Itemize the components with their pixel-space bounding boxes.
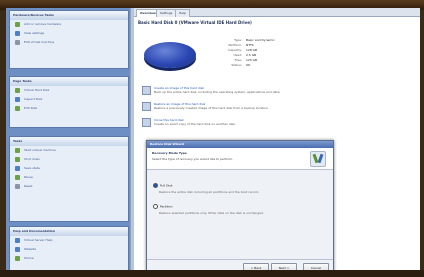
tab-help[interactable]: Help xyxy=(175,9,190,17)
task-link-virtual-disk[interactable]: Virtual Hard Disk xyxy=(10,86,128,95)
wizard-logo-icon xyxy=(310,151,326,167)
task-link-reset[interactable]: Reset xyxy=(10,182,128,191)
panel-help: Help and Documentation Virtual Server He… xyxy=(9,226,129,272)
disk-properties: Type: Basic and Dynamic Partition: NTFS Ca… xyxy=(218,38,275,68)
dialog-title: Restore Disk Wizard xyxy=(147,141,333,148)
pause-icon xyxy=(15,175,20,180)
page-title: Basic Hard Disk 0 (VMware Virtual IDE Ha… xyxy=(138,20,252,25)
action-description: Back up the entire hard disk, including … xyxy=(154,90,281,94)
panel-title: Hardware/Devices Tasks xyxy=(10,11,128,20)
help-icon xyxy=(15,238,20,243)
task-link-online[interactable]: Online xyxy=(10,254,128,263)
monitor-bezel-bottom xyxy=(0,270,424,277)
task-link-add-hardware[interactable]: Add or remove hardware xyxy=(10,20,128,29)
web-icon xyxy=(15,247,20,252)
reset-icon xyxy=(15,184,20,189)
hardware-icon xyxy=(15,22,20,27)
shutdown-icon xyxy=(15,157,20,162)
edit-icon xyxy=(15,40,20,45)
restore-icon xyxy=(142,102,151,111)
option-full-disk[interactable]: Full Disk xyxy=(153,183,173,188)
task-link-view-settings[interactable]: View settings xyxy=(10,29,128,38)
application-window: Hardware/Devices Tasks Add or remove har… xyxy=(6,8,420,272)
property-row: Status: OK xyxy=(231,63,251,67)
clone-icon xyxy=(142,118,151,127)
task-link-inspect-disk[interactable]: Inspect Disk xyxy=(10,95,128,104)
panel-page-tasks: Page Tasks Virtual Hard Disk Inspect Dis… xyxy=(9,76,129,128)
action-description: Restore a previously created image of th… xyxy=(154,106,269,110)
image-icon xyxy=(142,86,151,95)
tab-settings[interactable]: Settings xyxy=(156,9,177,17)
panel-tasks: Tasks Start virtual machine Shut down Sa… xyxy=(9,136,129,222)
dialog-subheading: Select the type of recovery you would li… xyxy=(152,157,234,161)
dialog-heading: Recovery Mode Type xyxy=(152,151,187,155)
panel-title: Tasks xyxy=(10,137,128,146)
tab-strip: Overview Settings Help xyxy=(134,8,420,17)
task-link-start[interactable]: Start virtual machine xyxy=(10,146,128,155)
online-icon xyxy=(15,256,20,261)
restore-wizard-dialog: Restore Disk Wizard Recovery Mode Type S… xyxy=(146,140,334,272)
task-link-help[interactable]: Virtual Server Help xyxy=(10,236,128,245)
option-description: Restore selected partitions only. Other … xyxy=(159,211,264,215)
task-link-edit-vm[interactable]: Edit virtual machine xyxy=(10,38,128,47)
option-description: Restore the entire disk including all pa… xyxy=(159,190,259,194)
settings-icon xyxy=(15,31,20,36)
panel-hardware-tasks: Hardware/Devices Tasks Add or remove har… xyxy=(9,10,129,69)
hard-disk-icon xyxy=(144,42,196,68)
task-link-shutdown[interactable]: Shut down xyxy=(10,155,128,164)
play-icon xyxy=(15,148,20,153)
option-partition[interactable]: Partition xyxy=(153,204,173,209)
task-link-edit-disk[interactable]: Edit Disk xyxy=(10,104,128,113)
task-link-save-state[interactable]: Save state xyxy=(10,164,128,173)
inspect-icon xyxy=(15,97,20,102)
task-pane: Hardware/Devices Tasks Add or remove har… xyxy=(6,8,130,272)
task-link-website[interactable]: Website xyxy=(10,245,128,254)
disk-icon xyxy=(15,88,20,93)
action-description: Create an exact copy of the hard disk on… xyxy=(154,122,236,126)
radio-icon xyxy=(153,204,158,209)
edit-disk-icon xyxy=(15,106,20,111)
task-link-pause[interactable]: Pause xyxy=(10,173,128,182)
panel-title: Page Tasks xyxy=(10,77,128,86)
radio-selected-icon xyxy=(153,183,158,188)
save-icon xyxy=(15,166,20,171)
dialog-header: Recovery Mode Type Select the type of re… xyxy=(147,148,333,170)
panel-title: Help and Documentation xyxy=(10,227,128,236)
